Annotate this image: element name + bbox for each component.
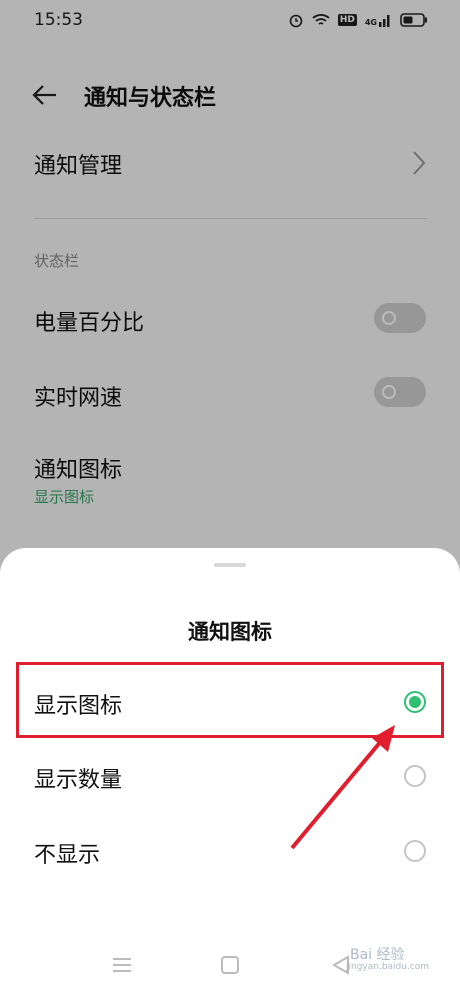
highlight-box <box>16 662 444 738</box>
radio-unselected-icon[interactable] <box>404 840 426 862</box>
sheet-title: 通知图标 <box>188 620 272 644</box>
bottom-sheet: 通知图标 显示图标 显示数量 不显示 <box>0 548 460 990</box>
watermark-logo: Bai 经验 <box>350 947 405 963</box>
option-label: 不显示 <box>34 843 101 868</box>
home-icon[interactable] <box>216 951 244 979</box>
option-hide[interactable]: 不显示 <box>0 817 460 889</box>
menu-icon[interactable] <box>108 951 136 979</box>
sheet-drag-handle[interactable] <box>214 563 246 567</box>
option-label: 显示数量 <box>34 768 123 793</box>
option-show-count[interactable]: 显示数量 <box>0 742 460 814</box>
radio-unselected-icon[interactable] <box>404 765 426 787</box>
watermark-url: jingyan.baidu.com <box>346 962 430 972</box>
